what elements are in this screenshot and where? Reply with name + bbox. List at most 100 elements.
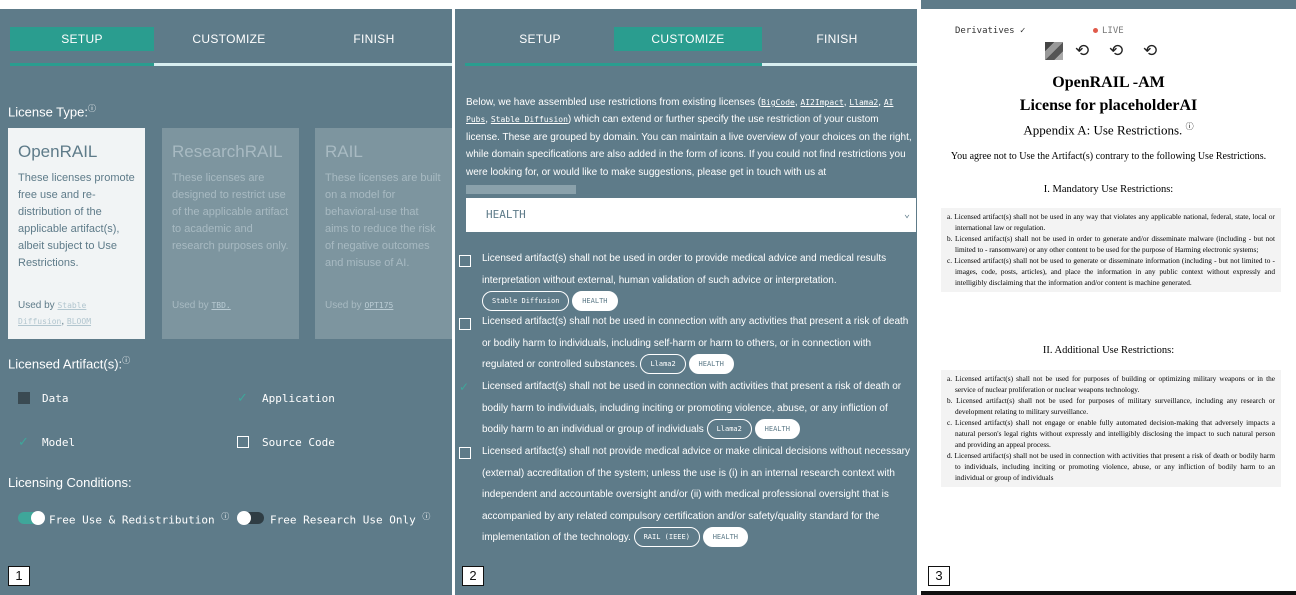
tab-underline [762,63,917,66]
used-by-link[interactable]: BLOOM [67,317,91,326]
step-tabs: SETUP CUSTOMIZE FINISH [455,27,917,51]
source-code-checkbox[interactable] [237,436,249,448]
customize-progress [465,63,762,66]
data-checkbox[interactable] [18,392,30,404]
card-used-by: Used by TBD. [172,300,231,311]
restriction-text: d. Licensed artifact(s) shall not be use… [947,451,1275,482]
restriction-text: b. Licensed artifact(s) shall not be use… [947,396,1275,416]
source-pill: RAIL (IEEE) [633,527,700,548]
card-title: OpenRAIL [18,142,98,161]
top-border [455,0,917,9]
step-tabs: SETUP CUSTOMIZE FINISH [0,27,452,51]
card-description: These licenses are designed to restrict … [172,172,289,252]
tab-finish[interactable]: FINISH [762,27,912,51]
card-used-by: Used by Stable Diffusion, BLOOM [18,300,92,327]
restriction-icon: ⟲ [1075,41,1090,60]
additional-restrictions: a. Licensed artifact(s) shall not be use… [941,370,1281,487]
mandatory-restrictions: a. Licensed artifact(s) shall not be use… [941,208,1281,292]
info-icon[interactable]: ⓘ [122,356,130,365]
source-link[interactable]: Stable Diffusion [491,115,568,124]
license-card-researchrail[interactable]: ResearchRAIL These licenses are designed… [162,128,299,339]
card-description: These licenses promote free use and re-d… [18,172,135,269]
panel-marker: 2 [462,566,484,586]
card-used-by: Used by OPT175 [325,300,394,311]
mandatory-heading: I. Mandatory Use Restrictions: [1043,184,1174,195]
license-card-rail[interactable]: RAIL These licenses are built on a model… [315,128,452,339]
info-icon[interactable]: ⓘ [88,104,96,113]
license-subtitle: License for placeholderAI [1019,97,1198,114]
setup-progress [10,63,154,66]
check-icon[interactable]: ✓ [237,391,248,404]
bottom-border [921,591,1296,595]
restriction-item: Licensed artifact(s) shall not be used i… [482,248,912,313]
source-pill: Stable Diffusion [482,291,570,312]
domain-pill: HEALTH [572,291,618,312]
used-by-link[interactable]: OPT175 [364,301,393,310]
toggle-knob [31,511,45,525]
restriction-item: Licensed artifact(s) shall not be used i… [482,376,912,441]
license-icons: ⟲ ⟲ ⟲ [1041,40,1181,62]
restriction-text: c. Licensed artifact(s) shall not engage… [947,418,1275,449]
restriction-icon: ⟲ [1109,41,1124,60]
restriction-text: a. Licensed artifact(s) shall not be use… [947,212,1275,232]
restriction-item: Licensed artifact(s) shall not provide m… [482,441,912,549]
application-label: Application [262,392,335,405]
card-title: ResearchRAIL [172,142,283,161]
card-description: These licenses are built on a model for … [325,172,441,269]
check-icon[interactable]: ✓ [459,380,469,394]
restriction-checkbox[interactable] [459,318,471,330]
tab-setup[interactable]: SETUP [465,27,615,51]
model-label: Model [42,436,76,449]
appendix-heading: Appendix A: Use Restrictions. ⓘ [1023,122,1194,138]
check-icon[interactable]: ✓ [18,435,29,448]
licensed-artifacts-label: Licensed Artifact(s):ⓘ [8,356,131,372]
domain-select[interactable]: HEALTH ⌄ [466,198,916,232]
free-use-toggle[interactable] [18,511,45,525]
restriction-text: b. Licensed artifact(s) shall not be use… [947,234,1275,254]
top-border [921,0,1296,9]
pixelated-logo-icon [1045,42,1063,60]
source-link[interactable]: Llama2 [849,98,878,107]
free-research-label: Free Research Use Only ⓘ [270,512,431,527]
panel-marker: 3 [928,566,950,586]
restriction-checkbox[interactable] [459,255,471,267]
licensing-conditions-label: Licensing Conditions: [8,475,132,490]
tab-customize[interactable]: CUSTOMIZE [154,27,304,51]
restriction-item: Licensed artifact(s) shall not be used i… [482,311,912,376]
redacted-email [466,184,576,194]
source-pill: Llama2 [640,354,686,375]
source-link[interactable]: BigCode [761,98,795,107]
restriction-icon: ⟲ [1143,41,1158,60]
intro-text: Below, we have assembled use restriction… [466,94,912,198]
source-pill: Llama2 [706,419,752,440]
top-border [0,0,452,9]
free-research-toggle[interactable] [237,511,264,525]
source-code-label: Source Code [262,436,335,449]
tab-underline [154,63,452,66]
used-by-link[interactable]: TBD. [211,301,230,310]
additional-heading: II. Additional Use Restrictions: [1042,345,1175,356]
derivatives-indicator: Derivatives ✓ [955,26,1026,36]
domain-pill: HEALTH [754,419,800,440]
live-indicator: LIVE [1093,26,1124,36]
license-title: OpenRAIL -AM [1052,74,1165,91]
data-label: Data [42,392,69,405]
restriction-checkbox[interactable] [459,447,471,459]
free-use-label: Free Use & Redistribution ⓘ [49,512,230,527]
customize-panel: SETUP CUSTOMIZE FINISH Below, we have as… [455,0,917,595]
tab-setup[interactable]: SETUP [10,27,154,51]
setup-panel: SETUP CUSTOMIZE FINISH License Type:ⓘ Op… [0,0,452,595]
tab-customize[interactable]: CUSTOMIZE [614,27,762,51]
chevron-down-icon: ⌄ [903,209,910,220]
license-preview-panel: Derivatives ✓ LIVE ⟲ ⟲ ⟲ OpenRAIL -AM Li… [921,0,1296,595]
domain-pill: HEALTH [688,354,734,375]
license-type-label: License Type:ⓘ [8,104,96,120]
source-link[interactable]: AI2Impact [800,98,843,107]
domain-pill: HEALTH [702,527,749,548]
restriction-text: c. Licensed artifact(s) shall not be use… [947,256,1275,287]
agree-statement: You agree not to Use the Artifact(s) con… [950,151,1267,162]
panel-marker: 1 [8,566,30,586]
tab-finish[interactable]: FINISH [304,27,444,51]
toggle-knob [237,511,251,525]
license-card-openrail[interactable]: OpenRAIL These licenses promote free use… [8,128,145,339]
